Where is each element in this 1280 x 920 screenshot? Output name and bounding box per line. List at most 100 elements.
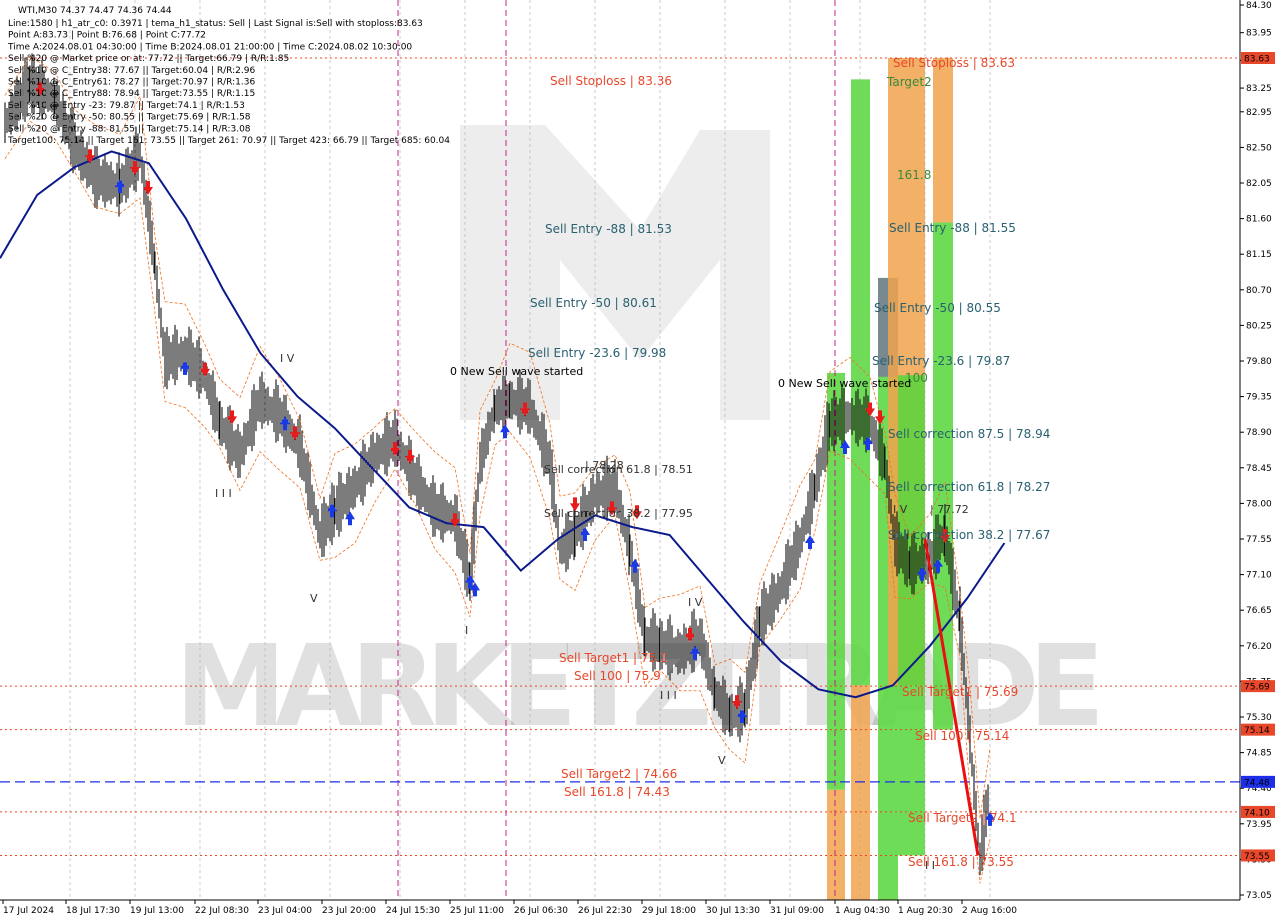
right-level-label: Sell correction 61.8 | 78.27	[888, 480, 1050, 494]
x-tick-label: 1 Aug 04:30	[835, 906, 890, 916]
price-tag-label: 73.55	[1244, 852, 1270, 862]
plot-area	[0, 0, 1240, 900]
left-level-label: Sell Target2 | 74.66	[561, 767, 677, 781]
info-line: Sell %10 @ C_Entry88: 78.94 || Target:73…	[8, 89, 255, 99]
info-line: Sell %10 @ Entry -23: 79.87 || Target:74…	[8, 101, 245, 111]
price-tag-label: 75.69	[1244, 683, 1270, 693]
info-line: Sell %20 @ Entry -88: 81.55 || Target:75…	[8, 124, 251, 134]
wave-annotation: Sell correction 38.2 | 77.95	[544, 507, 693, 520]
info-line: Sell %10 @ C_Entry61: 78.27 || Target:70…	[8, 78, 255, 88]
wave-annotation: I I I	[660, 689, 677, 702]
y-tick-label: 78.45	[1246, 464, 1272, 474]
wave-annotation: | 77.72	[930, 503, 969, 516]
x-tick-label: 29 Jul 18:00	[642, 906, 696, 916]
info-line: Target100: 75.14 || Target 161: 73.55 ||…	[7, 136, 450, 146]
right-level-label: Sell correction 87.5 | 78.94	[888, 427, 1050, 441]
wave-annotation: V	[310, 592, 318, 605]
right-level-label: Sell Target2 | 74.1	[908, 811, 1017, 825]
right-level-label: 161.8	[897, 168, 931, 182]
y-tick-label: 77.10	[1246, 571, 1272, 581]
y-tick-label: 78.90	[1246, 428, 1272, 438]
wave-annotation: I I I	[215, 487, 232, 500]
zone-7	[898, 375, 925, 856]
wave-annotation: Sell correction 61.8 | 78.51	[544, 463, 693, 476]
y-tick-label: 76.65	[1246, 606, 1272, 616]
y-tick-label: 75.30	[1246, 713, 1272, 723]
wave-annotation: V	[718, 754, 726, 767]
info-line: Point A:83.73 | Point B:76.68 | Point C:…	[8, 31, 206, 41]
info-line: Sell %10 @ C_Entry38: 77.67 || Target:60…	[8, 66, 255, 76]
info-line: Sell %20 @ Market price or at: 77.72 || …	[8, 54, 289, 64]
price-axis: 84.3083.9583.6083.2582.9582.5082.0581.60…	[1239, 0, 1280, 920]
right-level-label: Target2	[886, 75, 932, 89]
y-tick-label: 82.50	[1246, 143, 1272, 153]
x-tick-label: 23 Jul 04:00	[258, 906, 312, 916]
y-tick-label: 73.05	[1246, 891, 1272, 901]
x-tick-label: 19 Jul 13:00	[130, 906, 184, 916]
right-level-label: Sell Entry -23.6 | 79.87	[872, 354, 1010, 368]
zone-3	[851, 685, 870, 900]
x-tick-label: 25 Jul 11:00	[450, 906, 504, 916]
y-tick-label: 79.80	[1246, 357, 1272, 367]
y-tick-label: 82.95	[1246, 108, 1272, 118]
x-tick-label: 18 Jul 17:30	[66, 906, 120, 916]
wave-annotation: 0 New Sell wave started	[450, 365, 583, 378]
time-axis: 17 Jul 2024 18 Jul 17:30 19 Jul 13:00 22 Ju…	[0, 899, 1280, 920]
price-tag-label: 83.63	[1244, 55, 1270, 65]
info-line: Sell %20 @ Entry -50: 80.55 || Target:75…	[8, 113, 251, 123]
info-line: Time A:2024.08.01 04:30:00 | Time B:2024…	[7, 42, 412, 52]
x-tick-label: 30 Jul 13:30	[706, 906, 760, 916]
left-level-label: Sell Target1 | 75.1	[559, 651, 668, 665]
left-level-label: Sell 100 | 75.9	[574, 669, 661, 683]
y-tick-label: 83.25	[1246, 84, 1272, 94]
time-axis-bg	[0, 900, 1280, 920]
right-level-label: Sell Entry -88 | 81.55	[889, 221, 1016, 235]
y-tick-label: 80.25	[1246, 321, 1272, 331]
wave-annotation: I V	[280, 352, 295, 365]
right-level-label: Sell Entry -50 | 80.55	[874, 301, 1001, 315]
symbol-header: WTI,M30 74.37 74.47 74.36 74.44	[18, 6, 172, 16]
right-level-label: Sell Target1 | 75.69	[902, 685, 1018, 699]
x-tick-label: 23 Jul 20:00	[322, 906, 376, 916]
right-level-label: Sell 100 | 75.14	[915, 729, 1009, 743]
y-tick-label: 78.00	[1246, 499, 1272, 509]
wave-annotation: I I	[925, 859, 935, 872]
price-tag-label: 75.14	[1244, 726, 1270, 736]
y-tick-label: 81.60	[1246, 215, 1272, 225]
info-line: Line:1580 | h1_atr_c0: 0.3971 | tema_h1_…	[8, 19, 423, 29]
wave-annotation: 0 New Sell wave started	[778, 377, 911, 390]
y-tick-label: 74.85	[1246, 749, 1272, 759]
wave-annotation: I V	[893, 503, 908, 516]
left-level-label: Sell 161.8 | 74.43	[564, 785, 670, 799]
y-tick-label: 83.95	[1246, 29, 1272, 39]
y-tick-label: 79.35	[1246, 393, 1272, 403]
y-tick-label: 82.05	[1246, 179, 1272, 189]
y-tick-label: 80.70	[1246, 286, 1272, 296]
x-tick-label: 2 Aug 16:00	[962, 906, 1017, 916]
price-chart[interactable]: MARKETZITRADE Sell Stoploss | 83.36Sell …	[0, 0, 1280, 920]
price-tag-label: 74.48	[1244, 778, 1270, 788]
right-level-label: Sell Stoploss | 83.63	[893, 56, 1015, 70]
x-tick-label: 22 Jul 08:30	[195, 906, 249, 916]
y-tick-label: 77.55	[1246, 535, 1272, 545]
y-tick-label: 81.15	[1246, 250, 1272, 260]
zone-8	[933, 58, 953, 223]
x-tick-label: 31 Jul 09:00	[770, 906, 824, 916]
wave-annotation: I V	[688, 596, 703, 609]
right-level-label: Sell 161.8 | 73.55	[908, 855, 1014, 869]
x-tick-label: 26 Jul 22:30	[578, 906, 632, 916]
right-level-label: Sell correction 38.2 | 77.67	[888, 528, 1050, 542]
x-tick-label: 1 Aug 20:30	[898, 906, 953, 916]
x-tick-label: 17 Jul 2024	[3, 906, 54, 916]
x-tick-label: 26 Jul 06:30	[514, 906, 568, 916]
left-level-label: Sell Stoploss | 83.36	[550, 74, 672, 88]
price-tag-label: 74.10	[1244, 808, 1270, 818]
y-tick-label: 73.95	[1246, 820, 1272, 830]
left-level-label: Sell Entry -23.6 | 79.98	[528, 346, 666, 360]
zone-1	[827, 789, 845, 900]
y-tick-label: 84.30	[1246, 1, 1272, 11]
x-tick-label: 24 Jul 15:30	[386, 906, 440, 916]
y-tick-label: 76.20	[1246, 642, 1272, 652]
left-level-label: Sell Entry -88 | 81.53	[545, 222, 672, 236]
left-level-label: Sell Entry -50 | 80.61	[530, 296, 657, 310]
